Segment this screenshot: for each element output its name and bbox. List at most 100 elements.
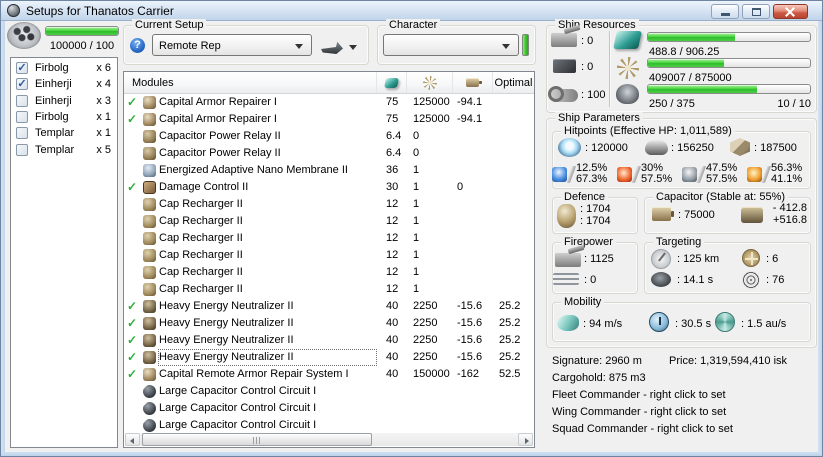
scrollbar-thumb[interactable] [142,433,372,446]
module-row[interactable]: Cap Recharger II 12 1 [124,281,534,298]
module-cpu-value: 12 [386,215,399,227]
module-row[interactable]: Energized Adaptive Nano Membrane II 36 1 [124,162,534,179]
module-cpu-value: 40 [386,351,399,363]
module-row[interactable]: ✓ Heavy Energy Neutralizer II 40 2250 -15.6 2… [124,298,534,315]
firepower-label: Firepower [561,236,616,248]
cpu-usage-text: 488.8 / 906.25 [649,46,720,58]
module-row[interactable]: ✓ Capital Armor Repairer I 75 125000 -94.1 [124,111,534,128]
drone-quantity: x 3 [96,94,111,107]
modules-header-cpu[interactable] [377,72,407,93]
horizontal-scrollbar[interactable] [125,433,533,446]
drone-checkbox[interactable] [16,94,28,107]
drone-list-item[interactable]: Firbolg x 1 [11,109,117,125]
module-row[interactable]: Cap Recharger II 12 1 [124,230,534,247]
drone-count-text: 10 / 10 [777,98,811,110]
module-row[interactable]: Large Capacitor Control Circuit I [124,383,534,400]
drone-usage-text: 250 / 375 [649,98,695,110]
drone-list-item[interactable]: ✓ Einherji x 4 [11,76,117,92]
module-rows: ✓ Capital Armor Repairer I 75 125000 -94.1 ✓ C… [124,94,534,434]
module-capacitor-value: -94.1 [457,96,483,108]
modules-header-powergrid[interactable] [407,72,453,93]
module-row[interactable]: ✓ Capital Remote Armor Repair System I 40 1… [124,366,534,383]
module-row[interactable]: ✓ Capital Armor Repairer I 75 125000 -94.1 [124,94,534,111]
recharger-icon [142,215,156,228]
scroll-right-button[interactable] [518,433,533,446]
targeting-range-value: : 125 km [677,253,720,265]
module-row[interactable]: Cap Recharger II 12 1 [124,247,534,264]
neutralizer-icon [142,351,156,364]
help-icon[interactable]: ? [130,38,145,53]
module-cpu-value: 40 [386,300,399,312]
wing-commander-slot[interactable]: Wing Commander - right click to set [552,406,726,418]
module-cpu-value: 6.4 [386,130,402,142]
drone-bandwidth-bar [45,26,119,36]
warp-speed-icon [715,312,735,332]
module-row[interactable]: Capacitor Power Relay II 6.4 0 [124,145,534,162]
squad-commander-slot[interactable]: Squad Commander - right click to set [552,423,733,435]
close-button[interactable] [773,4,808,19]
app-icon [7,4,20,17]
ship-browser-button[interactable] [319,37,363,57]
module-powergrid-value: 0 [413,147,420,159]
module-row[interactable]: ✓ Heavy Energy Neutralizer II 40 2250 -15.6 2… [124,349,534,366]
module-cpu-value: 40 [386,368,399,380]
relay-icon [142,147,156,160]
resist-divider [630,165,642,183]
fleet-commander-slot[interactable]: Fleet Commander - right click to set [552,389,726,401]
drone-checkbox[interactable] [16,111,28,124]
module-row[interactable]: Cap Recharger II 12 1 [124,213,534,230]
character-label: Character [386,19,441,31]
modules-header-name[interactable]: Modules [124,72,377,93]
targeting-range-icon [651,249,671,269]
optimal-header-label: Optimal [494,76,533,89]
kinetic-resist-icon [682,166,697,182]
scroll-left-button[interactable] [125,433,140,446]
module-powergrid-value: 2250 [413,334,438,346]
maximize-button[interactable] [742,4,770,19]
module-name: Cap Recharger II [159,266,243,278]
active-check-icon: ✓ [126,350,138,364]
modules-header-optimal[interactable]: Optimal [493,72,534,93]
module-name: Capacitor Power Relay II [159,130,281,142]
cpu-icon [383,77,400,88]
drone-list-item[interactable]: Templar x 5 [11,141,117,157]
drone-checkbox[interactable] [16,143,28,156]
module-row[interactable]: Large Capacitor Control Circuit I [124,417,534,434]
explosive-armor-resist-value: 41.1% [771,173,803,185]
module-row[interactable]: Cap Recharger II 12 1 [124,196,534,213]
chevron-down-icon [295,44,303,49]
neutralizer-icon [142,334,156,347]
character-select[interactable] [383,34,519,56]
scrollbar-grip-icon [253,437,261,444]
module-row[interactable]: ✓ Heavy Energy Neutralizer II 40 2250 -15.6 2… [124,332,534,349]
module-powergrid-value: 1 [413,215,420,227]
setup-select[interactable]: Remote Rep [152,34,312,56]
window-border-left [1,21,5,456]
explosive-resist-cell: 56.3% 41.1% [747,163,802,185]
module-row[interactable]: ✓ Damage Control II 30 1 0 [124,179,534,196]
module-name: Cap Recharger II [159,249,243,261]
module-capacitor-value: 0 [457,181,464,193]
drone-checkbox[interactable] [16,127,28,140]
drone-list-item[interactable]: Templar x 1 [11,125,117,141]
module-row[interactable]: Large Capacitor Control Circuit I [124,400,534,417]
module-row[interactable]: Capacitor Power Relay II 6.4 0 [124,128,534,145]
module-powergrid-value: 1 [413,232,420,244]
titlebar[interactable]: Setups for Thanatos Carrier [1,1,822,21]
module-powergrid-value: 125000 [413,113,450,125]
modules-header-capacitor[interactable] [453,72,493,93]
arrow-right-icon [525,437,529,444]
drone-checkbox[interactable]: ✓ [16,62,28,75]
drone-list[interactable]: ✓ Firbolg x 6 ✓ Einherji x 4 Einherji x 3 Firbol… [10,57,118,448]
drone-list-item[interactable]: Einherji x 3 [11,93,117,109]
drone-list-item[interactable]: ✓ Firbolg x 6 [11,60,117,76]
minimize-button[interactable] [711,4,739,19]
module-optimal-value: 25.2 [499,300,521,312]
drone-checkbox[interactable]: ✓ [16,78,28,91]
module-row[interactable]: Cap Recharger II 12 1 [124,264,534,281]
price-text: Price: 1,319,594,410 isk [669,355,788,367]
max-velocity-value: : 94 m/s [583,318,623,330]
defence-value-1: : 1704 [580,203,611,215]
module-row[interactable]: ✓ Heavy Energy Neutralizer II 40 2250 -15.6 2… [124,315,534,332]
warp-speed-value: : 1.5 au/s [741,318,787,330]
